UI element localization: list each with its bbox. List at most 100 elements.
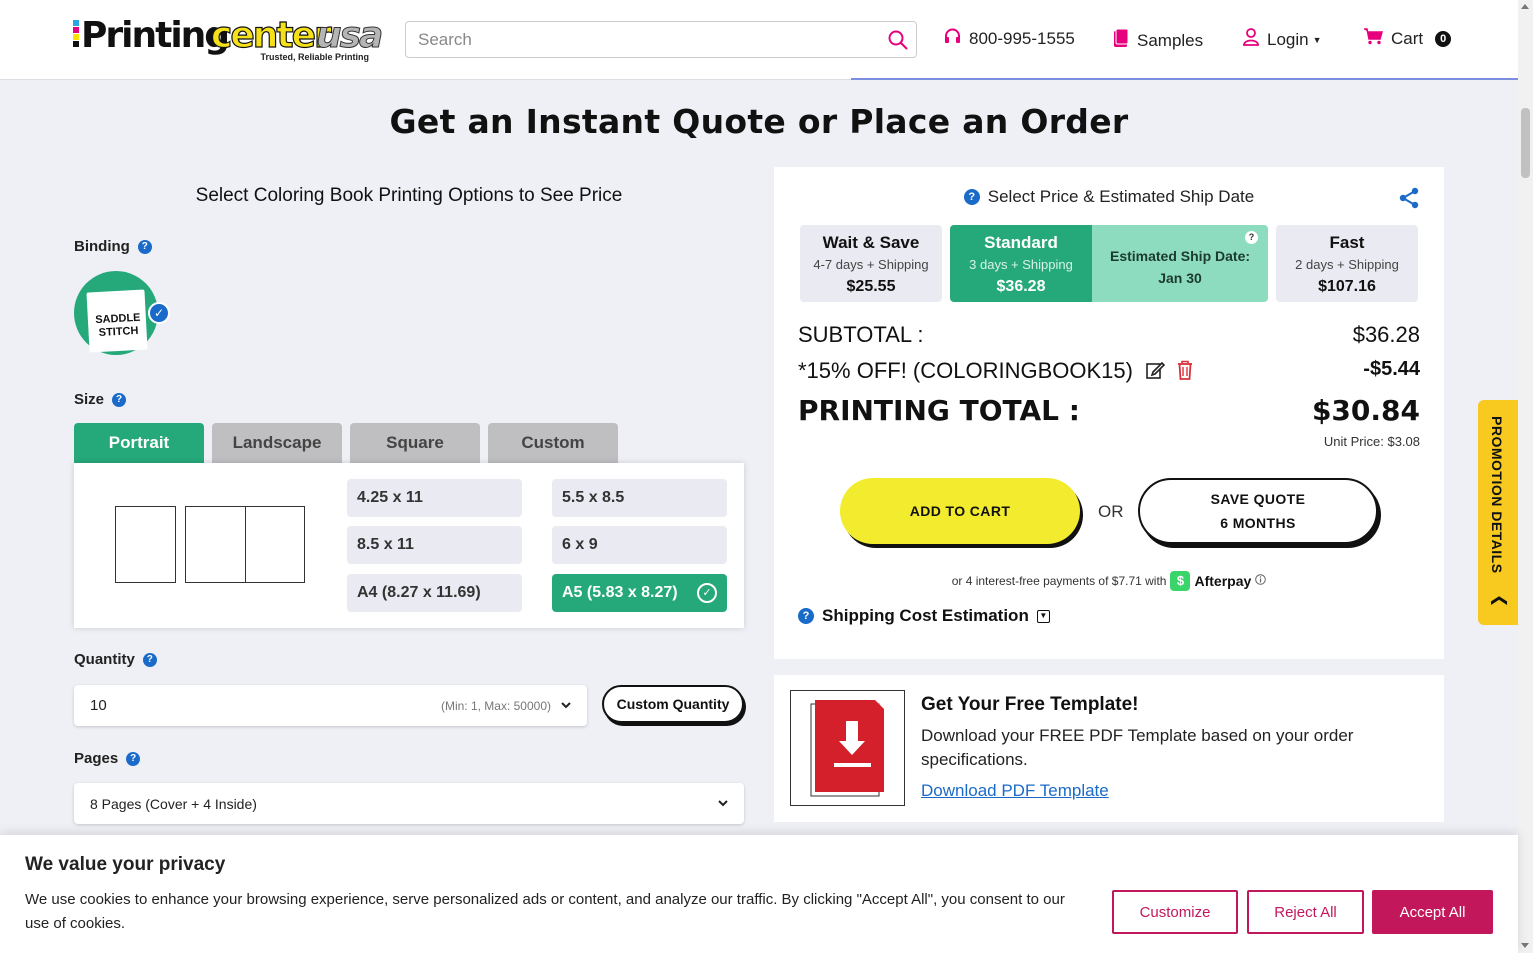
saddle-stitch-book-icon: SADDLE STITCH xyxy=(86,289,148,353)
option-name: Standard xyxy=(984,233,1058,252)
page-scrollbar[interactable] xyxy=(1518,0,1533,953)
pages-value: 8 Pages (Cover + 4 Inside) xyxy=(90,796,257,812)
options-subtitle: Select Coloring Book Printing Options to… xyxy=(195,185,623,206)
samples-link[interactable]: Samples xyxy=(1113,28,1203,53)
help-icon[interactable]: ? xyxy=(798,608,814,624)
chevron-down-icon xyxy=(560,698,572,716)
accept-all-button[interactable]: Accept All xyxy=(1372,890,1493,934)
free-template-panel: Get Your Free Template! Download your FR… xyxy=(774,675,1444,822)
add-to-cart-button[interactable]: ADD TO CART xyxy=(840,478,1080,544)
binding-option-saddle-stitch[interactable]: SADDLE STITCH ✓ xyxy=(74,271,170,355)
single-page-preview-icon xyxy=(115,506,176,583)
scrollbar-thumb[interactable] xyxy=(1521,108,1530,178)
total-label: PRINTING TOTAL : xyxy=(798,394,1080,427)
pdf-download-icon xyxy=(790,690,905,806)
samples-icon xyxy=(1113,28,1129,53)
tab-landscape[interactable]: Landscape xyxy=(212,423,342,463)
scroll-down-arrow-icon[interactable] xyxy=(1521,943,1529,948)
search-input[interactable] xyxy=(406,22,866,57)
phone-link[interactable]: 800-995-1555 xyxy=(944,28,1075,50)
help-icon[interactable]: ? xyxy=(142,652,157,667)
subtotal-value: $36.28 xyxy=(1352,322,1420,347)
logo-square-icon xyxy=(73,27,79,33)
expand-icon: ▼ xyxy=(1036,609,1050,623)
price-option-wait-save[interactable]: Wait & Save 4-7 days + Shipping $25.55 xyxy=(800,225,942,302)
estimated-ship-date: ? Estimated Ship Date: Jan 30 xyxy=(1092,225,1268,302)
save-quote-duration: 6 MONTHS xyxy=(1220,515,1296,531)
cookie-consent-banner: We value your privacy We use cookies to … xyxy=(0,835,1518,953)
size-orientation-tabs: Portrait Landscape Square Custom xyxy=(74,423,618,463)
save-quote-button[interactable]: SAVE QUOTE 6 MONTHS xyxy=(1138,478,1378,544)
pages-label-text: Pages xyxy=(74,750,119,767)
size-options-panel: 4.25 x 11 5.5 x 8.5 8.5 x 11 6 x 9 A4 (8… xyxy=(74,463,744,628)
size-option-label: A5 (5.83 x 8.27) xyxy=(562,584,678,601)
price-option-fast[interactable]: Fast 2 days + Shipping $107.16 xyxy=(1276,225,1418,302)
info-icon[interactable] xyxy=(1255,574,1267,588)
samples-label: Samples xyxy=(1137,30,1204,50)
login-menu[interactable]: Login ▼ xyxy=(1243,28,1322,51)
help-icon[interactable]: ? xyxy=(137,239,152,254)
tab-square[interactable]: Square xyxy=(350,423,480,463)
ship-date-value: Jan 30 xyxy=(1158,270,1202,286)
template-title: Get Your Free Template! xyxy=(921,694,1139,715)
size-option[interactable]: 8.5 x 11 xyxy=(347,526,522,564)
quantity-range: (Min: 1, Max: 50000) xyxy=(440,699,551,713)
download-template-link[interactable]: Download PDF Template xyxy=(921,781,1109,801)
or-separator: OR xyxy=(1098,502,1124,521)
logo-tagline: Trusted, Reliable Printing xyxy=(260,52,369,62)
quantity-value: 10 xyxy=(90,697,107,714)
help-icon[interactable]: ? xyxy=(112,392,127,407)
template-description: Download your FREE PDF Template based on… xyxy=(921,726,1354,769)
size-option[interactable]: 4.25 x 11 xyxy=(347,479,522,517)
shipping-estimation-toggle[interactable]: ? Shipping Cost Estimation ▼ xyxy=(798,606,1050,626)
unit-price: Unit Price: $3.08 xyxy=(1323,434,1420,449)
binding-label: Binding ? xyxy=(74,238,152,255)
help-icon[interactable]: ? xyxy=(963,189,980,205)
size-option[interactable]: 5.5 x 8.5 xyxy=(552,479,727,517)
headset-icon xyxy=(944,28,961,50)
size-option[interactable]: 6 x 9 xyxy=(552,526,727,564)
price-option-standard[interactable]: Standard 3 days + Shipping $36.28 xyxy=(950,225,1092,302)
share-icon[interactable] xyxy=(1398,187,1420,214)
edit-icon[interactable] xyxy=(1145,360,1166,386)
size-label-text: Size xyxy=(74,391,105,408)
site-logo[interactable]: Printing center usa Trusted, Reliable Pr… xyxy=(73,14,384,64)
pages-select[interactable]: 8 Pages (Cover + 4 Inside) xyxy=(74,783,744,824)
cart-link[interactable]: Cart 0 xyxy=(1364,28,1452,50)
phone-number: 800-995-1555 xyxy=(969,29,1075,48)
afterpay-name: Afterpay xyxy=(1194,573,1252,589)
search-icon[interactable] xyxy=(888,30,908,55)
header-divider xyxy=(851,78,1518,80)
cart-label: Cart xyxy=(1391,29,1424,48)
promotion-details-tab[interactable]: PROMOTION DETAILS ❮ xyxy=(1478,400,1518,625)
tab-portrait[interactable]: Portrait xyxy=(74,423,204,463)
pages-label: Pages ? xyxy=(74,750,141,767)
promotion-label: PROMOTION DETAILS xyxy=(1489,416,1505,574)
afterpay-dollar-icon: $ xyxy=(1170,571,1191,591)
scroll-up-arrow-icon[interactable] xyxy=(1521,4,1529,9)
check-circle-icon: ✓ xyxy=(697,583,717,603)
discount-label: *15% OFF! (COLORINGBOOK15) xyxy=(798,358,1133,383)
size-option-selected[interactable]: A5 (5.83 x 8.27) ✓ xyxy=(552,574,727,612)
custom-quantity-button[interactable]: Custom Quantity xyxy=(602,685,744,723)
customize-button[interactable]: Customize xyxy=(1112,890,1238,934)
trash-icon[interactable] xyxy=(1177,360,1193,386)
quantity-select[interactable]: 10 (Min: 1, Max: 50000) xyxy=(74,685,587,726)
logo-square-icon xyxy=(73,34,79,40)
tab-custom[interactable]: Custom xyxy=(488,423,618,463)
size-option[interactable]: A4 (8.27 x 11.69) xyxy=(347,574,522,612)
binding-option-label: SADDLE STITCH xyxy=(94,311,141,339)
option-days: 3 days + Shipping xyxy=(969,257,1073,272)
page-title: Get an Instant Quote or Place an Order xyxy=(389,102,1129,141)
quantity-label: Quantity ? xyxy=(74,651,157,668)
help-icon[interactable]: ? xyxy=(126,751,141,766)
cookie-body: We use cookies to enhance your browsing … xyxy=(25,891,1065,932)
chevron-left-icon: ❮ xyxy=(1491,594,1508,608)
logo-square-icon xyxy=(73,20,79,26)
option-days: 4-7 days + Shipping xyxy=(813,257,929,272)
afterpay-note: or 4 interest-free payments of $7.71 wit… xyxy=(774,571,1444,591)
help-icon[interactable]: ? xyxy=(1245,231,1258,244)
ship-date-label: Estimated Ship Date: xyxy=(1109,248,1251,264)
reject-all-button[interactable]: Reject All xyxy=(1247,890,1364,934)
size-label: Size ? xyxy=(74,391,127,408)
